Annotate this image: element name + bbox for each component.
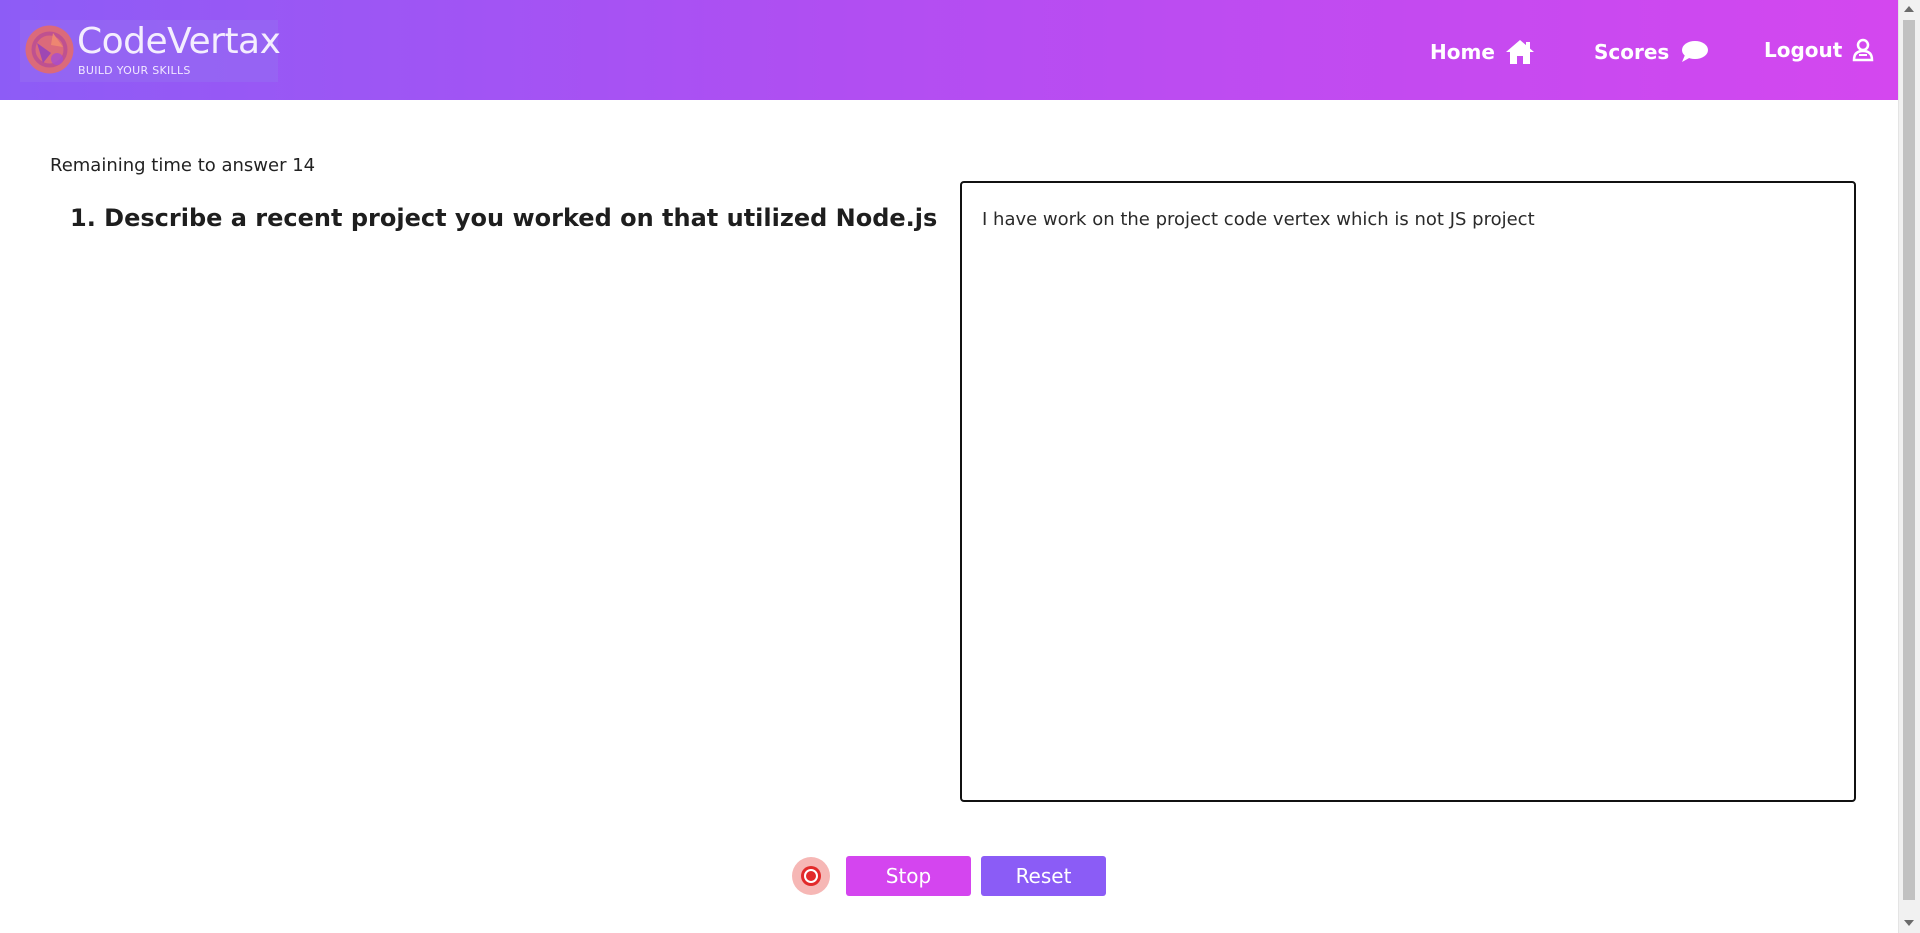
nav-logout-link[interactable]: Logout xyxy=(1764,34,1874,66)
nav-scores-link[interactable]: Scores xyxy=(1594,36,1709,68)
user-icon xyxy=(1852,38,1874,62)
record-icon xyxy=(801,866,821,886)
brand-name: CodeVertax xyxy=(77,21,281,62)
answer-textarea[interactable]: I have work on the project code vertex w… xyxy=(960,181,1856,802)
stop-button[interactable]: Stop xyxy=(846,856,971,896)
scroll-up-arrow-icon[interactable] xyxy=(1904,6,1914,12)
nav-logout-label: Logout xyxy=(1764,38,1843,62)
record-button[interactable] xyxy=(792,857,830,895)
brand-logo[interactable]: CodeVertax BUILD YOUR SKILLS xyxy=(20,20,281,82)
scrollbar-thumb[interactable] xyxy=(1903,20,1915,900)
home-icon xyxy=(1505,39,1535,65)
nav-home-label: Home xyxy=(1430,40,1495,64)
record-ring xyxy=(804,869,818,883)
nav-scores-label: Scores xyxy=(1594,40,1670,64)
nav-home-link[interactable]: Home xyxy=(1430,36,1535,68)
vertical-scrollbar[interactable] xyxy=(1898,0,1920,933)
reset-button[interactable]: Reset xyxy=(981,856,1106,896)
chat-bubble-icon xyxy=(1679,40,1709,64)
question-text: 1. Describe a recent project you worked … xyxy=(70,204,938,232)
logo-mark-icon xyxy=(25,25,74,74)
scroll-down-arrow-icon[interactable] xyxy=(1904,920,1914,926)
brand-tagline: BUILD YOUR SKILLS xyxy=(78,64,191,77)
remaining-time-text: Remaining time to answer 14 xyxy=(50,155,316,176)
top-navbar: CodeVertax BUILD YOUR SKILLS Home Scores xyxy=(0,0,1899,100)
page: CodeVertax BUILD YOUR SKILLS Home Scores xyxy=(0,0,1920,933)
